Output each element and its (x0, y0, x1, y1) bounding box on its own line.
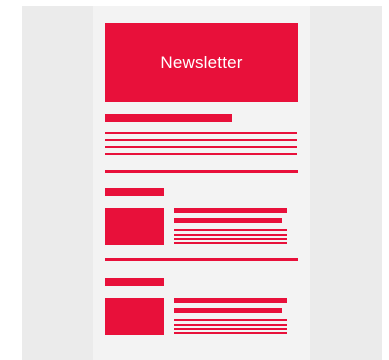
section-divider (105, 258, 298, 261)
article-headline-bar (174, 298, 287, 303)
section-divider (105, 170, 298, 173)
newsletter-title: Newsletter (160, 52, 243, 72)
article-thumbnail (105, 208, 164, 245)
article-headline-bar (174, 208, 287, 213)
article-text-line (174, 324, 287, 326)
article-text-line (174, 332, 287, 334)
article-text-line (174, 242, 287, 244)
article-text-line (174, 229, 287, 231)
article-section-label (105, 188, 164, 196)
newsletter-header-banner: Newsletter (105, 23, 298, 102)
intro-text-line (105, 146, 297, 148)
newsletter-page: Newsletter (93, 6, 310, 360)
article-text-line (174, 319, 287, 321)
article-thumbnail (105, 298, 164, 335)
article-text-line (174, 238, 287, 240)
intro-heading-bar (105, 114, 232, 122)
article-text-line (174, 328, 287, 330)
article-subheadline-bar (174, 308, 282, 313)
article-text-line (174, 234, 287, 236)
article-section-label (105, 278, 164, 286)
intro-text-line (105, 132, 297, 134)
article-subheadline-bar (174, 218, 282, 223)
intro-text-line (105, 139, 297, 141)
intro-text-line (105, 153, 297, 155)
